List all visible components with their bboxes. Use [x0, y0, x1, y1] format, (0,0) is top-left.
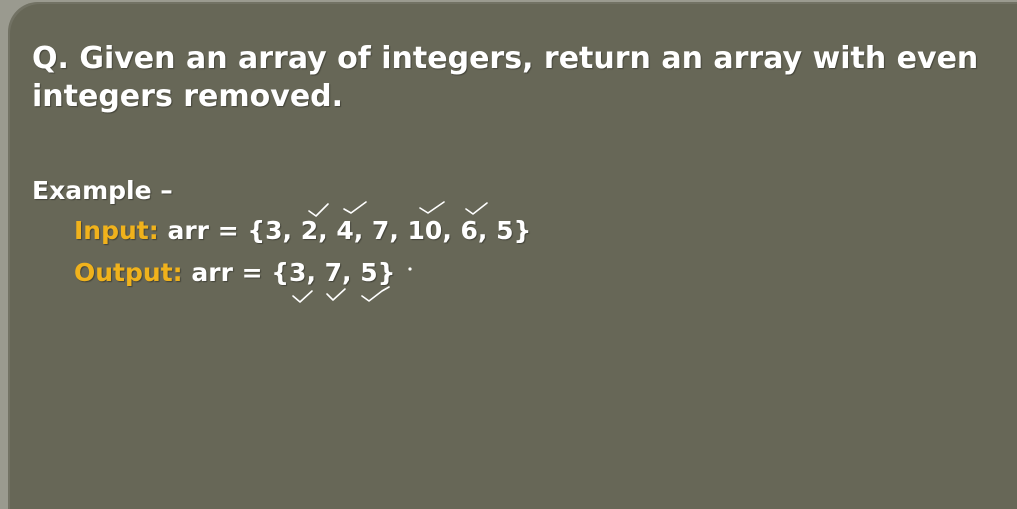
input-label: Input:	[74, 216, 159, 245]
output-label: Output:	[74, 258, 183, 287]
output-row: Output: arr = {3, 7, 5}	[74, 258, 395, 287]
example-heading: Example –	[32, 176, 173, 205]
input-value: arr = {3, 2, 4, 7, 10, 6, 5}	[167, 216, 532, 245]
question-line-1: Q. Given an array of integers, return an…	[32, 41, 979, 76]
input-row: Input: arr = {3, 2, 4, 7, 10, 6, 5}	[74, 216, 531, 245]
question-line-2: integers removed.	[32, 79, 344, 114]
output-value: arr = {3, 7, 5}	[191, 258, 396, 287]
question-text: Q. Given an array of integers, return an…	[32, 40, 992, 116]
